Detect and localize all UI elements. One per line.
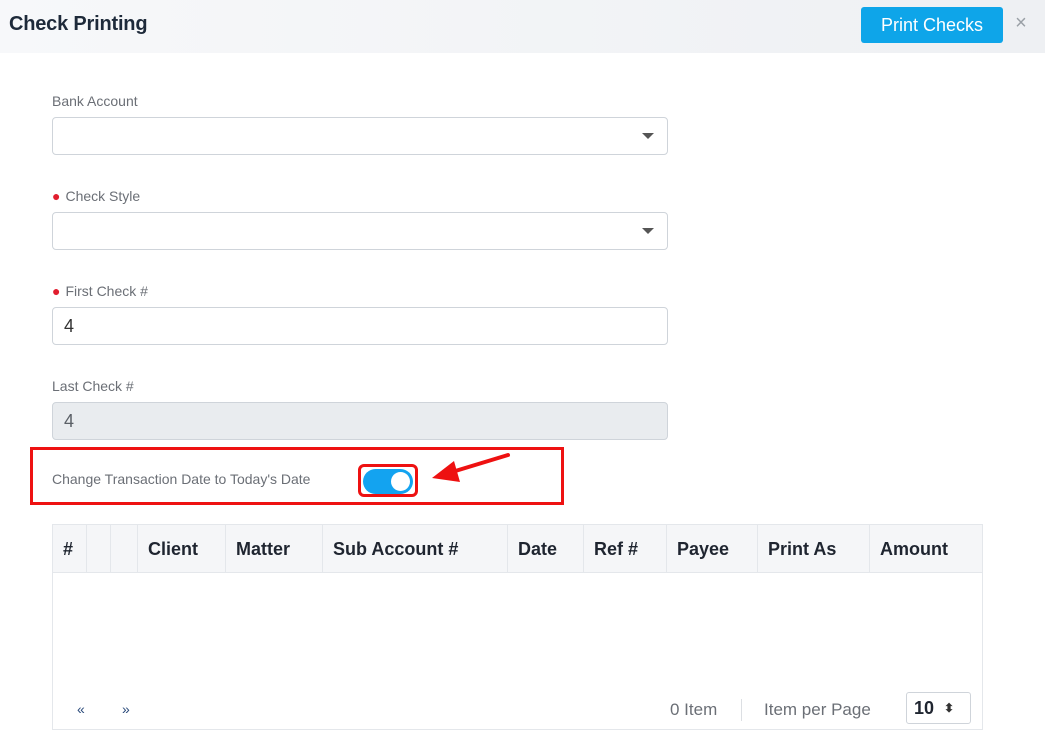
check-style-label: ● Check Style	[52, 188, 140, 204]
check-style-label-text: Check Style	[65, 188, 141, 204]
column-header-sub-account[interactable]: Sub Account #	[323, 525, 508, 573]
change-date-toggle[interactable]	[363, 469, 413, 494]
first-check-label: ● First Check #	[52, 283, 148, 299]
last-check-label: Last Check #	[52, 378, 134, 394]
column-header-blank-2	[111, 525, 138, 573]
required-marker: ●	[52, 283, 61, 299]
checks-table: # Client Matter Sub Account # Date Ref #…	[52, 524, 983, 730]
chevron-down-icon	[642, 133, 654, 139]
red-arrow-icon	[432, 453, 510, 482]
per-page-label: Item per Page	[764, 700, 871, 719]
column-header-ref[interactable]: Ref #	[584, 525, 667, 573]
change-date-label: Change Transaction Date to Today's Date	[52, 471, 311, 487]
bank-account-select[interactable]	[52, 117, 668, 155]
chevron-down-icon	[642, 228, 654, 234]
column-header-date[interactable]: Date	[508, 525, 584, 573]
required-marker: ●	[52, 188, 61, 204]
bank-account-label: Bank Account	[52, 93, 138, 109]
table-header: # Client Matter Sub Account # Date Ref #…	[53, 525, 982, 573]
pager-divider	[741, 699, 742, 721]
check-printing-dialog: Check Printing Print Checks × Bank Accou…	[0, 0, 1045, 748]
dialog-title: Check Printing	[9, 13, 148, 35]
item-count: 0 Item	[670, 700, 718, 719]
per-page-select[interactable]: 10 ⬍	[906, 692, 971, 724]
column-header-blank-1	[87, 525, 111, 573]
pager-prev-button[interactable]: «	[77, 701, 85, 717]
first-check-input[interactable]: 4	[52, 307, 668, 345]
column-header-number[interactable]: #	[53, 525, 87, 573]
column-header-print-as[interactable]: Print As	[758, 525, 870, 573]
check-style-select[interactable]	[52, 212, 668, 250]
last-check-input: 4	[52, 402, 668, 440]
dialog-header: Check Printing Print Checks ×	[0, 0, 1045, 53]
column-header-client[interactable]: Client	[138, 525, 226, 573]
pager-next-button[interactable]: »	[122, 701, 130, 717]
toggle-knob	[391, 472, 410, 491]
column-header-amount[interactable]: Amount	[870, 525, 982, 573]
column-header-payee[interactable]: Payee	[667, 525, 758, 573]
close-icon[interactable]: ×	[1011, 11, 1031, 35]
column-header-matter[interactable]: Matter	[226, 525, 323, 573]
first-check-label-text: First Check #	[65, 283, 148, 299]
per-page-value: 10	[914, 698, 935, 718]
sort-updown-icon: ⬍	[944, 701, 955, 715]
print-checks-button[interactable]: Print Checks	[861, 7, 1003, 43]
